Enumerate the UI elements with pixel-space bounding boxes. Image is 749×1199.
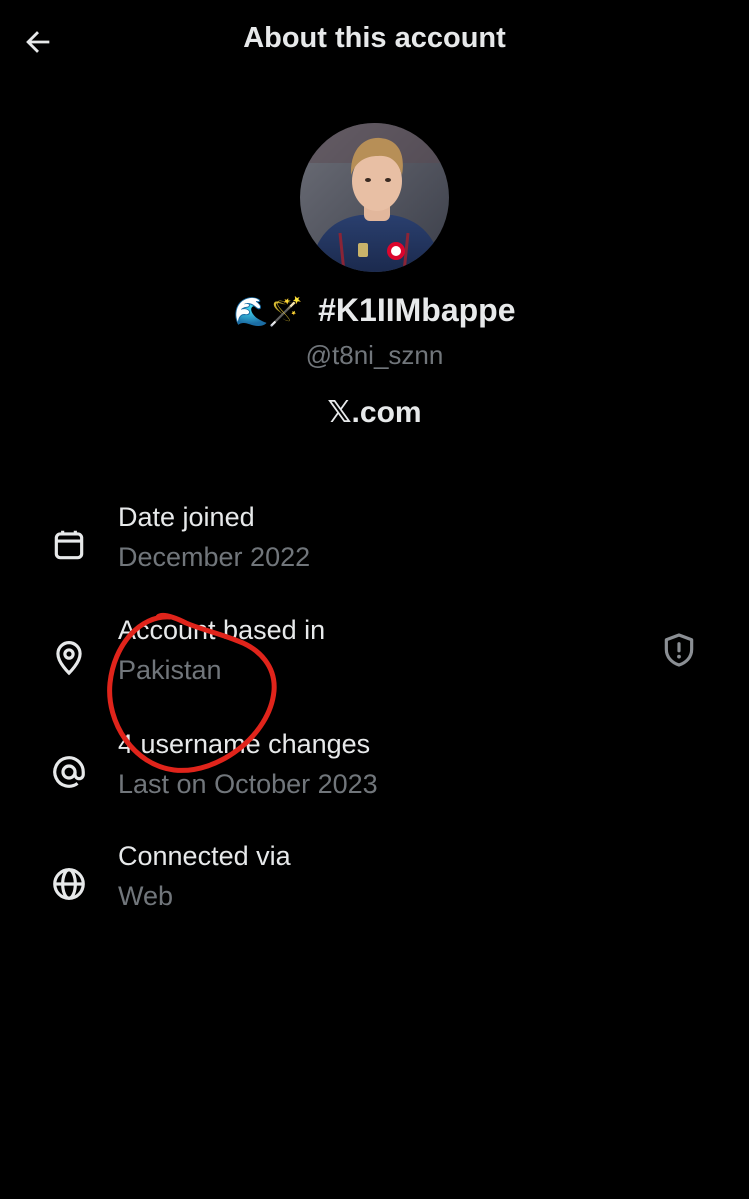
connected-via-label: Connected via (118, 841, 291, 871)
globe-icon (44, 859, 94, 909)
display-name-row: 🌊🪄 #K1IIMbappe (0, 292, 749, 329)
username-changes-value: Last on October 2023 (118, 769, 378, 799)
display-name: #K1IIMbappe (318, 292, 516, 328)
account-based-in-value: Pakistan (118, 655, 222, 685)
account-based-in-label: Account based in (118, 615, 326, 645)
at-sign-icon (44, 747, 94, 797)
shield-alert-button[interactable] (657, 628, 701, 672)
date-joined-row: Date joined December 2022 (0, 502, 749, 592)
shield-alert-icon (664, 633, 694, 667)
username-changes-label: 4 username changes (118, 729, 371, 759)
profile-photo (300, 123, 449, 272)
username-changes-row: 4 username changes Last on October 2023 (0, 729, 749, 819)
avatar[interactable] (300, 123, 449, 272)
location-pin-icon (44, 633, 94, 683)
top-bar: About this account (0, 0, 749, 84)
site-label: 𝕏.com (327, 396, 422, 429)
connected-via-value: Web (118, 881, 174, 911)
username-handle: @t8ni_sznn (305, 340, 444, 370)
display-name-emoji: 🌊🪄 (233, 295, 304, 328)
account-based-in-row: Account based in Pakistan (0, 615, 749, 705)
calendar-icon (44, 520, 94, 570)
date-joined-label: Date joined (118, 502, 255, 532)
date-joined-value: December 2022 (118, 542, 311, 572)
connected-via-row: Connected via Web (0, 841, 749, 931)
page-title: About this account (243, 22, 506, 54)
